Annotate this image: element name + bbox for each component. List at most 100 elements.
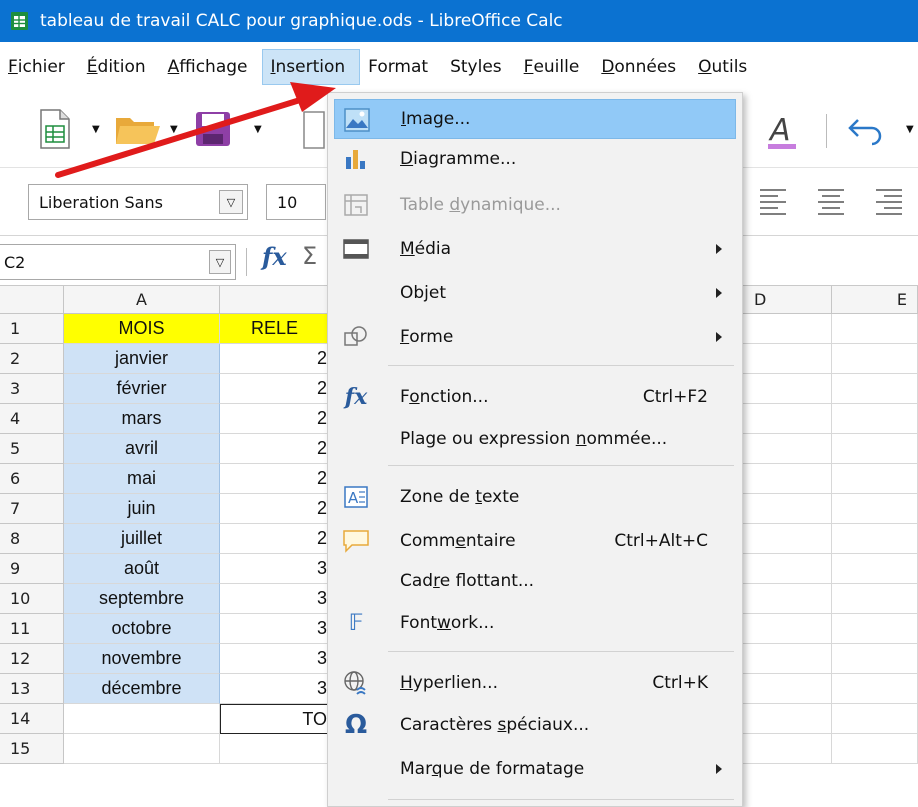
corner-select-all[interactable] xyxy=(0,286,64,314)
cell-d[interactable] xyxy=(740,374,832,404)
cell-b[interactable]: 2 xyxy=(220,524,330,554)
row-header[interactable]: 4 xyxy=(0,404,64,434)
row-header[interactable]: 1 xyxy=(0,314,64,344)
chevron-down-icon[interactable]: ▽ xyxy=(209,250,231,274)
menu-outils[interactable]: Outils xyxy=(690,49,761,85)
row-header[interactable]: 8 xyxy=(0,524,64,554)
cell-a[interactable]: février xyxy=(64,374,220,404)
cell-b[interactable]: 3 xyxy=(220,584,330,614)
cell-d[interactable] xyxy=(740,554,832,584)
font-size-combobox[interactable]: 10 xyxy=(266,184,326,220)
chevron-down-icon[interactable]: ▽ xyxy=(219,190,243,214)
menu-item-diagramme[interactable]: Diagramme... xyxy=(334,139,736,179)
cell-a[interactable]: juillet xyxy=(64,524,220,554)
cell-e[interactable] xyxy=(832,494,918,524)
cell-a[interactable]: mars xyxy=(64,404,220,434)
align-left-icon[interactable] xyxy=(758,186,788,216)
undo-icon[interactable] xyxy=(846,116,886,146)
cell-a[interactable]: juin xyxy=(64,494,220,524)
cell-e[interactable] xyxy=(832,314,918,344)
cell-b[interactable]: RELE xyxy=(220,314,330,344)
cell-b[interactable]: TO xyxy=(220,704,330,734)
cell-a[interactable]: mai xyxy=(64,464,220,494)
sum-icon[interactable]: Σ xyxy=(302,242,317,270)
row-header[interactable]: 13 xyxy=(0,674,64,704)
cell-b[interactable] xyxy=(220,734,330,764)
chevron-down-icon[interactable]: ▼ xyxy=(906,124,914,135)
menu-item-caracteres-speciaux[interactable]: Ω Caractères spéciaux... xyxy=(334,705,736,745)
row-header[interactable]: 7 xyxy=(0,494,64,524)
menu-format[interactable]: Format xyxy=(360,49,442,85)
chevron-down-icon[interactable]: ▼ xyxy=(170,124,178,135)
align-center-icon[interactable] xyxy=(816,186,846,216)
menu-item-media[interactable]: Média xyxy=(334,229,736,269)
row-header[interactable]: 9 xyxy=(0,554,64,584)
menu-item-objet[interactable]: Objet xyxy=(334,273,736,313)
cell-e[interactable] xyxy=(832,404,918,434)
cell-e[interactable] xyxy=(832,734,918,764)
chevron-down-icon[interactable]: ▼ xyxy=(92,124,100,135)
cell-a[interactable] xyxy=(64,704,220,734)
cell-b[interactable]: 2 xyxy=(220,464,330,494)
cell-b[interactable]: 2 xyxy=(220,434,330,464)
cell-b[interactable]: 2 xyxy=(220,344,330,374)
cell-b[interactable]: 2 xyxy=(220,374,330,404)
row-header[interactable]: 6 xyxy=(0,464,64,494)
cell-d[interactable] xyxy=(740,644,832,674)
menu-item-commentaire[interactable]: Commentaire Ctrl+Alt+C xyxy=(334,521,736,561)
row-header[interactable]: 5 xyxy=(0,434,64,464)
row-header[interactable]: 10 xyxy=(0,584,64,614)
menu-donnees[interactable]: Données xyxy=(593,49,690,85)
cell-d[interactable] xyxy=(740,344,832,374)
menu-item-plage[interactable]: Plage ou expression nommée... xyxy=(334,419,736,459)
cell-d[interactable] xyxy=(740,404,832,434)
cell-e[interactable] xyxy=(832,584,918,614)
cell-d[interactable] xyxy=(740,584,832,614)
menu-item-marque-formatage[interactable]: Marque de formatage xyxy=(334,749,736,789)
menu-item-forme[interactable]: Forme xyxy=(334,317,736,357)
row-header[interactable]: 14 xyxy=(0,704,64,734)
cell-e[interactable] xyxy=(832,614,918,644)
name-box[interactable]: C2 ▽ xyxy=(0,244,236,280)
cell-b[interactable]: 3 xyxy=(220,674,330,704)
row-header[interactable]: 3 xyxy=(0,374,64,404)
cell-a[interactable]: septembre xyxy=(64,584,220,614)
cell-e[interactable] xyxy=(832,434,918,464)
menu-item-cadre-flottant[interactable]: Cadre flottant... xyxy=(334,561,736,601)
cell-e[interactable] xyxy=(832,704,918,734)
menu-feuille[interactable]: Feuille xyxy=(516,49,594,85)
cell-e[interactable] xyxy=(832,374,918,404)
row-header[interactable]: 12 xyxy=(0,644,64,674)
document-icon[interactable] xyxy=(302,110,326,150)
menu-affichage[interactable]: Affichage xyxy=(160,49,262,85)
cell-d[interactable] xyxy=(740,734,832,764)
menu-insertion[interactable]: Insertion xyxy=(261,49,361,85)
cell-a[interactable]: août xyxy=(64,554,220,584)
cell-d[interactable] xyxy=(740,614,832,644)
cell-a[interactable]: avril xyxy=(64,434,220,464)
cell-d[interactable] xyxy=(740,314,832,344)
row-header[interactable]: 11 xyxy=(0,614,64,644)
function-wizard-icon[interactable]: fx xyxy=(262,242,287,271)
cell-e[interactable] xyxy=(832,674,918,704)
cell-a[interactable] xyxy=(64,734,220,764)
cell-d[interactable] xyxy=(740,494,832,524)
cell-e[interactable] xyxy=(832,464,918,494)
cell-e[interactable] xyxy=(832,644,918,674)
cell-a[interactable]: décembre xyxy=(64,674,220,704)
menu-edition[interactable]: Édition xyxy=(79,49,160,85)
cell-d[interactable] xyxy=(740,434,832,464)
cell-d[interactable] xyxy=(740,704,832,734)
menu-item-fonction[interactable]: fx Fonction... Ctrl+F2 xyxy=(334,377,736,417)
row-header[interactable]: 2 xyxy=(0,344,64,374)
menu-fichier[interactable]: Fichier xyxy=(0,49,79,85)
cell-e[interactable] xyxy=(832,344,918,374)
cell-e[interactable] xyxy=(832,554,918,584)
cell-b[interactable]: 3 xyxy=(220,554,330,584)
font-name-combobox[interactable]: Liberation Sans ▽ xyxy=(28,184,248,220)
menu-item-zone-texte[interactable]: A Zone de texte xyxy=(334,477,736,517)
cell-a[interactable]: MOIS xyxy=(64,314,220,344)
cell-d[interactable] xyxy=(740,464,832,494)
cell-a[interactable]: octobre xyxy=(64,614,220,644)
cell-b[interactable]: 2 xyxy=(220,494,330,524)
